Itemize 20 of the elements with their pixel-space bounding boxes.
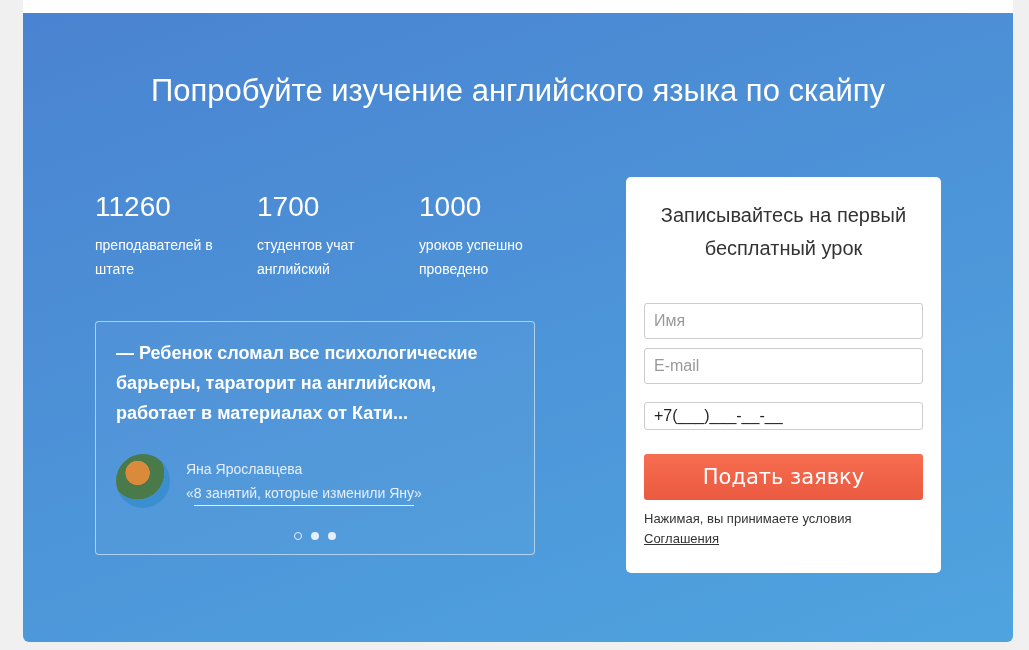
testimonial-quote: — Ребенок сломал все психологические барьеры, тараторит на английском, работает в материалах от Кати... <box>116 342 479 425</box>
stat-number: 1000 <box>419 193 483 221</box>
stat-caption: преподавателей в штате <box>95 236 214 279</box>
phone-field[interactable]: +7(___)___-__-__ <box>644 402 923 430</box>
stat-caption: студентов учат английский <box>257 236 356 279</box>
page-heading: Попробуйте изучение английского языка по скайпу <box>149 73 887 109</box>
input-field[interactable]: Имя <box>644 303 923 339</box>
stat-number: 1700 <box>257 193 321 221</box>
author-name: Яна Ярославцева <box>186 459 304 479</box>
agreement-note: Нажимая, вы принимаете условия <box>644 510 853 528</box>
avatar-photo <box>116 454 170 508</box>
stat-number: 11260 <box>95 193 172 221</box>
stat-caption: уроков успешно проведено <box>419 236 524 279</box>
agreement-link[interactable]: Соглашения <box>644 531 720 546</box>
input-field[interactable]: E-mail <box>644 348 923 384</box>
quote-mark: » <box>414 483 422 503</box>
quote-mark: « <box>186 483 194 503</box>
form-title: Записывайтесь на первый бесплатный урок <box>659 203 908 261</box>
slide-dot[interactable] <box>311 532 319 540</box>
slide-dot[interactable] <box>328 532 336 540</box>
